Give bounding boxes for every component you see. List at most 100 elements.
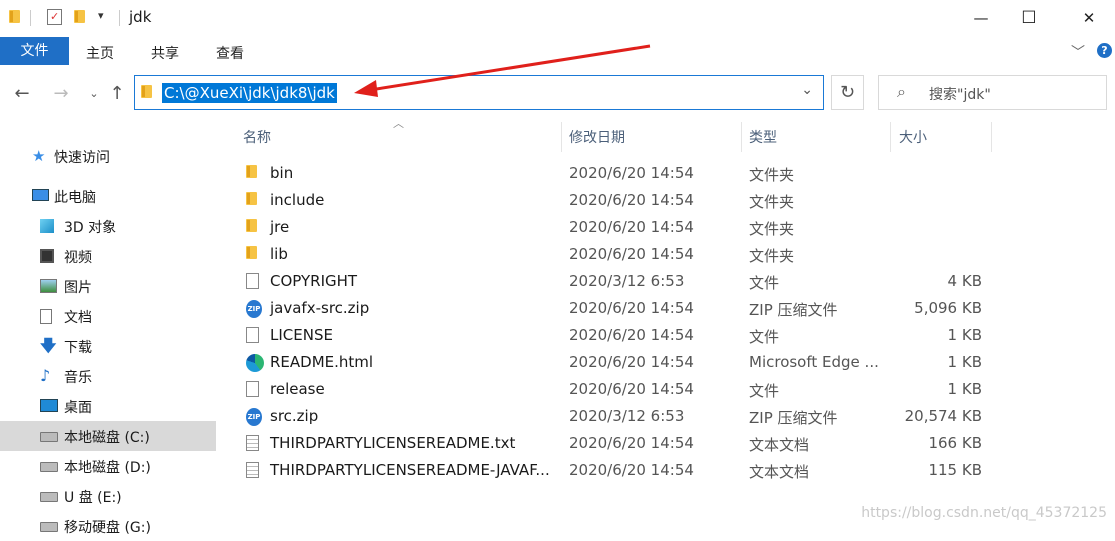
file-row[interactable]: ZIP javafx-src.zip 2020/6/20 14:54 ZIP 压缩文件… <box>240 295 1000 322</box>
tab-home[interactable]: 主页 <box>86 43 114 63</box>
maximize-button[interactable]: ☐ <box>1006 0 1052 37</box>
refresh-icon: ↻ <box>839 82 856 103</box>
edge-icon <box>246 354 264 372</box>
file-type: 文件夹 <box>749 193 795 211</box>
file-size: 1 KB <box>947 380 982 398</box>
sidebar-item[interactable]: ★ 快速访问 <box>0 141 216 171</box>
sidebar-item-label: 本地磁盘 (D:) <box>64 460 151 476</box>
file-row[interactable]: bin 2020/6/20 14:54 文件夹 <box>240 160 1000 187</box>
file-modified: 2020/6/20 14:54 <box>569 380 694 398</box>
recent-locations-icon[interactable]: ⌄ <box>83 83 105 105</box>
file-type: Microsoft Edge ... <box>749 353 879 371</box>
search-box[interactable]: ⌕ 搜索"jdk" <box>878 75 1107 110</box>
sidebar-item[interactable]: ♪ 音乐 <box>0 361 216 391</box>
column-header-size[interactable]: 大小 <box>899 127 927 147</box>
file-name: THIRDPARTYLICENSEREADME-JAVAF... <box>270 461 550 479</box>
text-icon <box>246 462 259 478</box>
text-icon <box>246 435 259 451</box>
back-arrow-icon[interactable]: ← <box>11 83 33 105</box>
file-modified: 2020/6/20 14:54 <box>569 326 694 344</box>
sidebar-item[interactable]: 桌面 <box>0 391 216 421</box>
tab-share[interactable]: 共享 <box>151 43 179 63</box>
document-icon <box>40 309 56 324</box>
file-name: COPYRIGHT <box>270 272 358 290</box>
file-icon <box>246 381 259 397</box>
star-icon: ★ <box>32 147 46 165</box>
sidebar-item[interactable]: 本地磁盘 (D:) <box>0 451 216 481</box>
sidebar-item[interactable]: U 盘 (E:) <box>0 481 216 511</box>
file-type: 文件 <box>749 328 780 346</box>
sidebar-item[interactable]: 视频 <box>0 241 216 271</box>
close-button[interactable]: ✕ <box>1066 0 1112 37</box>
search-input[interactable]: 搜索"jdk" <box>929 84 991 104</box>
file-row[interactable]: release 2020/6/20 14:54 文件 1 KB <box>240 376 1000 403</box>
up-arrow-icon[interactable]: ↑ <box>106 83 128 105</box>
file-name: README.html <box>270 353 374 371</box>
address-dropdown-icon[interactable]: ⌄ <box>801 82 813 98</box>
file-modified: 2020/6/20 14:54 <box>569 164 694 182</box>
file-row[interactable]: LICENSE 2020/6/20 14:54 文件 1 KB <box>240 322 1000 349</box>
divider <box>30 10 31 26</box>
file-name: src.zip <box>270 407 319 425</box>
sidebar-item[interactable]: 3D 对象 <box>0 211 216 241</box>
file-modified: 2020/6/20 14:54 <box>569 191 694 209</box>
forward-arrow-icon[interactable]: → <box>50 83 72 105</box>
sidebar-item[interactable]: 文档 <box>0 301 216 331</box>
customize-toolbar-icon[interactable]: ▾ <box>98 9 104 22</box>
minimize-button[interactable]: — <box>958 0 1004 37</box>
sidebar-item[interactable]: 🡇 下载 <box>0 331 216 361</box>
drive-icon <box>40 429 58 443</box>
file-size: 1 KB <box>947 353 982 371</box>
folder-icon <box>246 192 258 210</box>
window-title: jdk <box>129 8 152 26</box>
file-row[interactable]: COPYRIGHT 2020/3/12 6:53 文件 4 KB <box>240 268 1000 295</box>
refresh-button[interactable]: ↻ <box>831 75 864 110</box>
file-type: 文本文档 <box>749 463 810 481</box>
column-divider[interactable] <box>561 122 562 152</box>
music-icon: ♪ <box>40 366 51 385</box>
sidebar-item[interactable]: 此电脑 <box>0 181 216 211</box>
file-row[interactable]: THIRDPARTYLICENSEREADME-JAVAF... 2020/6/2… <box>240 457 1000 484</box>
folder-icon <box>141 85 153 103</box>
help-icon[interactable]: ? <box>1097 43 1112 58</box>
drive-icon <box>40 459 58 473</box>
address-path[interactable]: C:\@XueXi\jdk\jdk8\jdk <box>162 83 337 103</box>
file-row[interactable]: jre 2020/6/20 14:54 文件夹 <box>240 214 1000 241</box>
file-size: 166 KB <box>928 434 982 452</box>
new-folder-icon[interactable] <box>74 10 88 24</box>
file-row[interactable]: THIRDPARTYLICENSEREADME.txt 2020/6/20 14:… <box>240 430 1000 457</box>
sidebar-item[interactable]: 本地磁盘 (C:) <box>0 421 216 451</box>
column-divider[interactable] <box>991 122 992 152</box>
file-type: 文件夹 <box>749 220 795 238</box>
file-type: 文件 <box>749 382 780 400</box>
file-row[interactable]: ZIP src.zip 2020/3/12 6:53 ZIP 压缩文件 20,574 K… <box>240 403 1000 430</box>
search-icon: ⌕ <box>897 82 906 101</box>
file-size: 5,096 KB <box>914 299 982 317</box>
column-header-name[interactable]: 名称 <box>243 127 271 147</box>
tab-view[interactable]: 查看 <box>216 43 244 63</box>
file-type: 文件 <box>749 274 780 292</box>
divider <box>119 10 120 26</box>
folder-icon <box>9 10 23 24</box>
file-row[interactable]: README.html 2020/6/20 14:54 Microsoft Edge… <box>240 349 1000 376</box>
cube-icon <box>40 219 56 233</box>
file-name: lib <box>270 245 288 263</box>
column-header-type[interactable]: 类型 <box>749 127 777 147</box>
file-row[interactable]: include 2020/6/20 14:54 文件夹 <box>240 187 1000 214</box>
sidebar-item-label: 此电脑 <box>54 190 96 206</box>
file-modified: 2020/6/20 14:54 <box>569 353 694 371</box>
video-icon <box>40 249 56 263</box>
sidebar-item-label: 3D 对象 <box>64 220 117 236</box>
sidebar-item-label: 本地磁盘 (C:) <box>64 430 150 446</box>
tab-file[interactable]: 文件 <box>0 37 69 65</box>
column-header-modified[interactable]: 修改日期 <box>569 127 625 147</box>
column-divider[interactable] <box>890 122 891 152</box>
sidebar-item[interactable]: 图片 <box>0 271 216 301</box>
expand-ribbon-icon[interactable]: ﹀ <box>1071 42 1085 62</box>
sidebar-item[interactable]: 移动硬盘 (G:) <box>0 511 216 541</box>
properties-icon[interactable]: ✓ <box>47 9 62 25</box>
sort-ascending-icon: ︿ <box>393 117 404 130</box>
file-row[interactable]: lib 2020/6/20 14:54 文件夹 <box>240 241 1000 268</box>
download-icon: 🡇 <box>40 336 57 355</box>
column-divider[interactable] <box>741 122 742 152</box>
